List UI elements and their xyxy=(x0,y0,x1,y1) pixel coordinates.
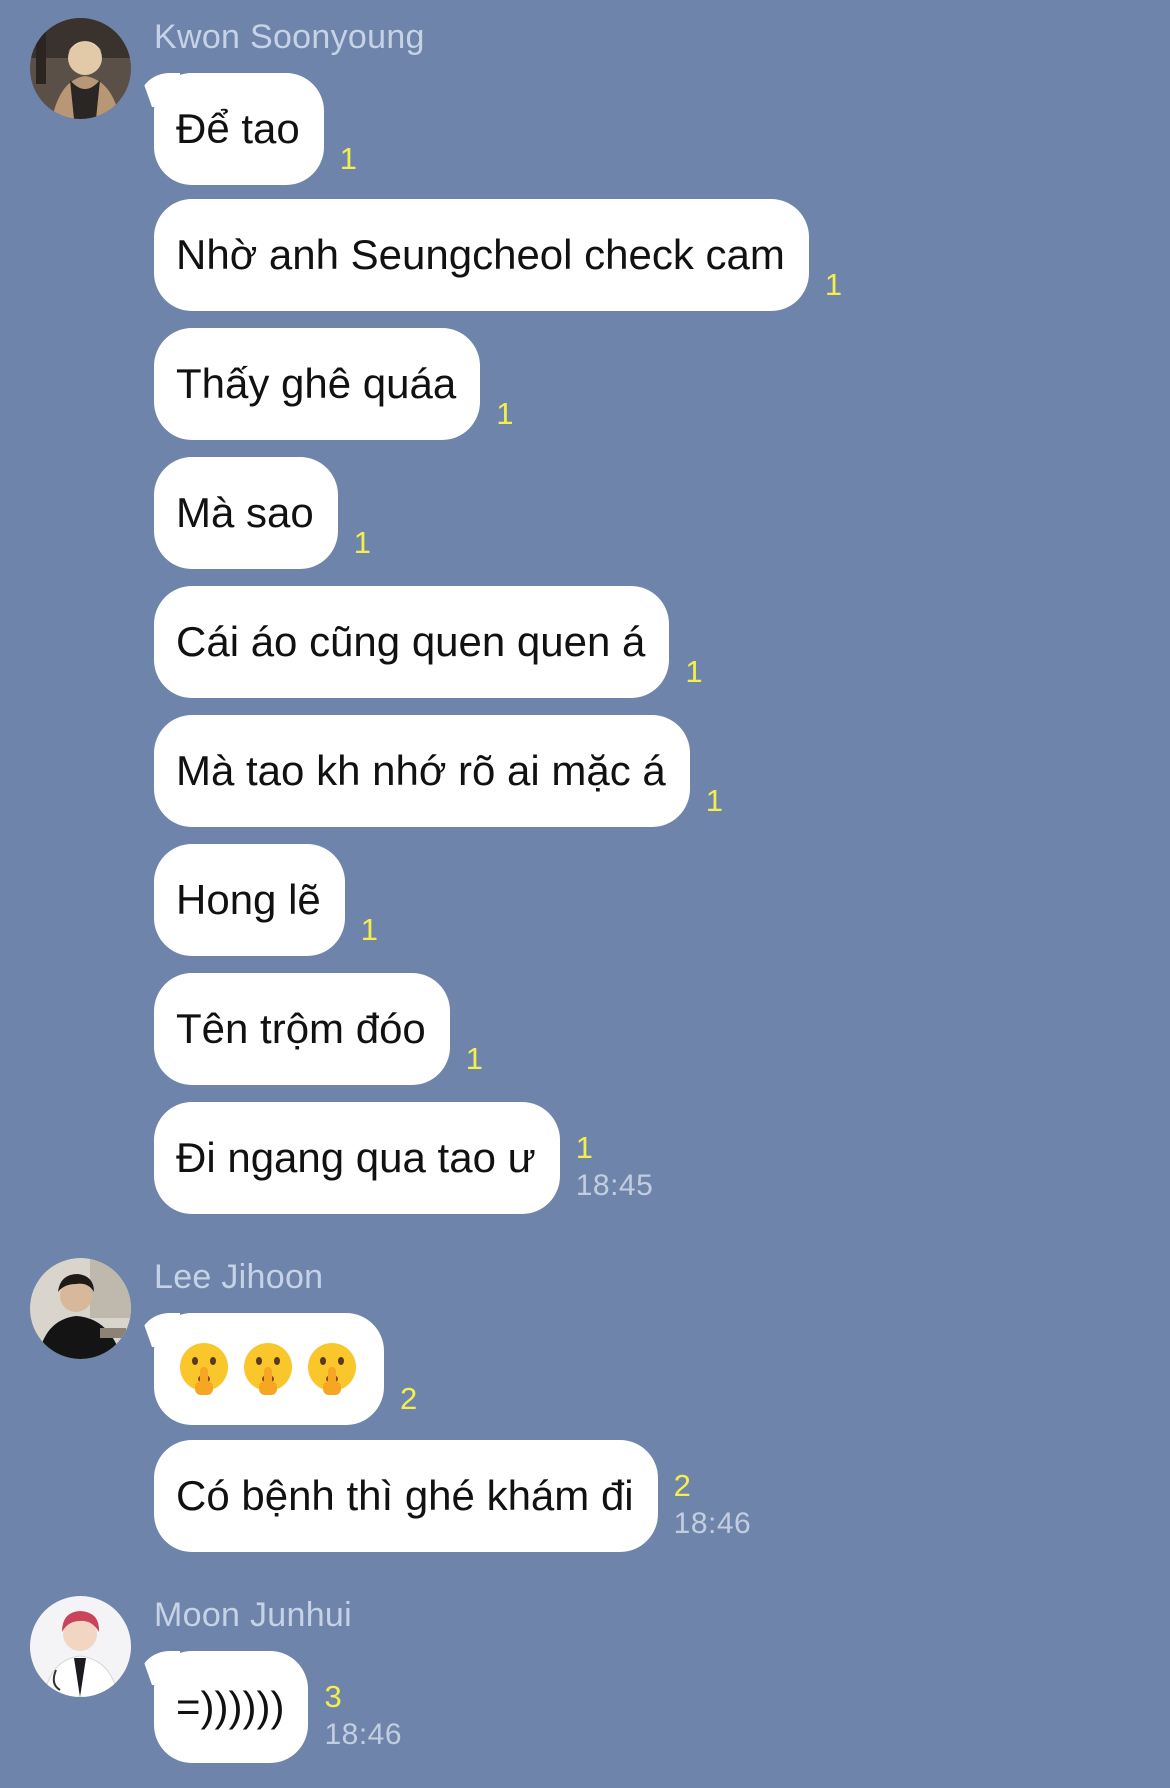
message-row: Mà tao kh nhớ rõ ai mặc á 1 xyxy=(154,715,723,827)
read-count: 3 xyxy=(324,1679,342,1714)
person-photo-icon xyxy=(30,18,131,119)
message-bubble[interactable]: Mà sao xyxy=(154,457,338,569)
avatar[interactable] xyxy=(30,1258,131,1359)
message-row: Có bệnh thì ghé khám đi 2 18:46 xyxy=(154,1440,751,1552)
sender-name: Moon Junhui xyxy=(154,1596,352,1634)
message-meta: 3 18:46 xyxy=(324,1679,402,1763)
read-count: 2 xyxy=(673,1468,691,1503)
message-meta: 1 xyxy=(354,525,371,569)
message-row: Nhờ anh Seungcheol check cam 1 xyxy=(154,199,842,311)
message-row: Mà sao 1 xyxy=(154,457,371,569)
read-count: 1 xyxy=(360,912,379,947)
read-count: 1 xyxy=(685,654,703,689)
read-count: 1 xyxy=(496,396,514,431)
message-bubble[interactable]: Nhờ anh Seungcheol check cam xyxy=(154,199,809,311)
message-meta: 2 xyxy=(400,1381,417,1425)
read-count: 2 xyxy=(400,1381,418,1416)
avatar[interactable] xyxy=(30,1596,131,1697)
message-meta: 1 xyxy=(361,912,378,956)
message-meta: 1 xyxy=(706,783,723,827)
read-count: 1 xyxy=(465,1041,484,1076)
message-meta: 1 18:45 xyxy=(576,1130,654,1214)
chat-message-list[interactable]: Kwon Soonyoung Để tao 1 Nhờ anh Seungche… xyxy=(0,0,1170,1788)
message-meta: 2 18:46 xyxy=(674,1468,752,1552)
message-meta: 1 xyxy=(340,141,357,185)
message-timestamp: 18:46 xyxy=(673,1507,752,1540)
message-row: Để tao 1 xyxy=(154,73,357,185)
message-meta: 1 xyxy=(825,267,842,311)
read-count: 1 xyxy=(575,1130,593,1165)
message-bubble[interactable]: Hong lẽ xyxy=(154,844,345,956)
message-timestamp: 18:46 xyxy=(324,1718,403,1751)
read-count: 1 xyxy=(824,267,843,302)
sender-name: Kwon Soonyoung xyxy=(154,18,425,56)
message-meta: 1 xyxy=(685,654,702,698)
message-row: Cái áo cũng quen quen á 1 xyxy=(154,586,703,698)
person-photo-icon xyxy=(30,1258,131,1359)
message-bubble[interactable] xyxy=(154,1313,384,1425)
emoji-list xyxy=(176,1341,360,1397)
message-bubble[interactable]: Có bệnh thì ghé khám đi xyxy=(154,1440,658,1552)
person-photo-icon xyxy=(30,1596,131,1697)
message-row: Đi ngang qua tao ư 1 18:45 xyxy=(154,1102,653,1214)
message-bubble[interactable]: Mà tao kh nhớ rõ ai mặc á xyxy=(154,715,690,827)
message-bubble[interactable]: Đi ngang qua tao ư xyxy=(154,1102,560,1214)
message-row: Hong lẽ 1 xyxy=(154,844,378,956)
message-bubble[interactable]: =)))))) xyxy=(154,1651,309,1763)
message-bubble[interactable]: Để tao xyxy=(154,73,324,185)
message-row: Tên trộm đóo 1 xyxy=(154,973,483,1085)
read-count: 1 xyxy=(705,783,724,818)
message-meta: 1 xyxy=(466,1041,483,1085)
message-row: 2 xyxy=(154,1313,417,1425)
message-row: =)))))) 3 18:46 xyxy=(154,1651,402,1763)
message-bubble[interactable]: Tên trộm đóo xyxy=(154,973,450,1085)
shushing-face-emoji xyxy=(240,1341,296,1397)
read-count: 1 xyxy=(339,141,357,176)
sender-name: Lee Jihoon xyxy=(154,1258,324,1296)
message-meta: 1 xyxy=(496,396,513,440)
message-bubble[interactable]: Thấy ghê quáa xyxy=(154,328,481,440)
message-timestamp: 18:45 xyxy=(575,1169,654,1202)
read-count: 1 xyxy=(353,525,371,560)
shushing-face-emoji xyxy=(176,1341,232,1397)
message-bubble[interactable]: Cái áo cũng quen quen á xyxy=(154,586,670,698)
shushing-face-emoji xyxy=(304,1341,360,1397)
avatar[interactable] xyxy=(30,18,131,119)
message-row: Thấy ghê quáa 1 xyxy=(154,328,513,440)
